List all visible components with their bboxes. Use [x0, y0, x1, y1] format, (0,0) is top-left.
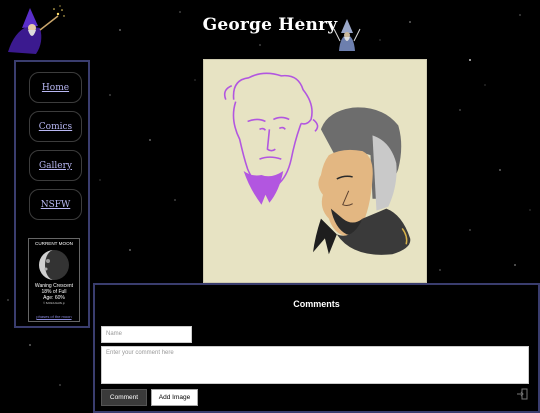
- moon-icon: [39, 250, 69, 280]
- moon-credit: © BAREKAEWE.jp: [43, 302, 65, 305]
- nav-home-link[interactable]: Home: [29, 72, 82, 103]
- nav-gallery-link[interactable]: Gallery: [29, 150, 82, 181]
- moon-widget-heading: CURRENT MOON: [35, 241, 73, 246]
- comments-section: Comments Name Enter your comment here Co…: [93, 283, 540, 413]
- login-icon[interactable]: [516, 388, 528, 400]
- nav-comics-link[interactable]: Comics: [29, 111, 82, 142]
- sidebar-nav: Home Comics Gallery NSFW CURRENT MOON Wa…: [14, 60, 90, 328]
- comment-submit-button[interactable]: Comment: [101, 389, 147, 406]
- site-title: George Henry: [202, 15, 338, 35]
- character-sketch-image: [223, 72, 411, 255]
- add-image-button[interactable]: Add Image: [151, 389, 198, 406]
- comment-textarea[interactable]: Enter your comment here: [101, 346, 529, 384]
- artwork-image: [203, 59, 427, 283]
- wizard-right-icon: [333, 19, 361, 51]
- name-input[interactable]: Name: [101, 326, 192, 343]
- nav-nsfw-link[interactable]: NSFW: [29, 189, 82, 220]
- moon-phase-widget: CURRENT MOON Waning Crescent 18% of Full…: [28, 238, 80, 322]
- moon-phases-link[interactable]: phases of the moon: [29, 314, 79, 319]
- moon-age: Age: 60%: [43, 295, 65, 301]
- comments-heading: Comments: [293, 299, 340, 309]
